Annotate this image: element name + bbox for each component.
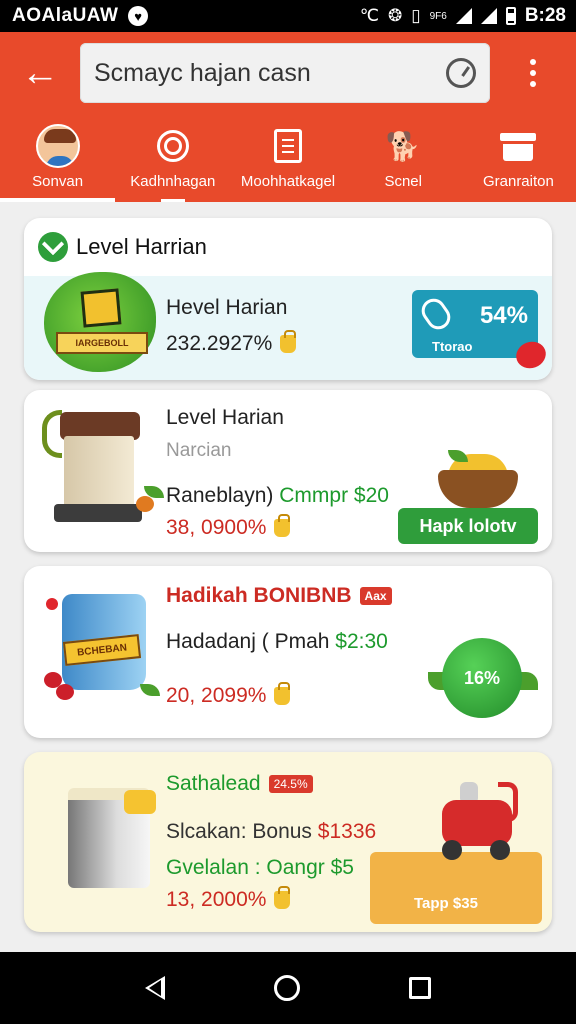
percent-badge[interactable]: 16% <box>428 632 538 726</box>
detail-amount: $2:30 <box>335 630 388 653</box>
target-icon <box>156 130 189 162</box>
tab-sonvan[interactable]: Sonvan <box>0 114 116 202</box>
card-subtitle: Narcian <box>166 440 232 461</box>
cube-icon <box>80 288 122 328</box>
detail-label: Slcakan: Bonus <box>166 820 312 843</box>
card-value: 13, 2000% <box>166 888 267 911</box>
settings-icon: ❂ <box>387 6 403 25</box>
percent-badge-value: 16% <box>442 638 522 718</box>
detail-amount: $1336 <box>317 820 377 843</box>
card-tag: 24.5% <box>268 775 313 793</box>
detail-amount: Cmmpr $20 <box>279 484 389 507</box>
signal-icon <box>455 8 472 24</box>
detail-label: Hadadanj ( Pmah <box>166 630 330 653</box>
money-bag-icon <box>274 514 291 537</box>
truck-image <box>432 782 522 862</box>
content-list[interactable]: Level Harrian IARGEBOLL Hevel Harian 232… <box>0 202 576 952</box>
card-title: Sathalead <box>166 772 261 795</box>
card-header: Level Harrian <box>76 234 207 259</box>
tab-moohhatkagel[interactable]: Moohhatkagel <box>230 114 345 202</box>
wifi-icon <box>480 8 497 24</box>
nav-home-icon[interactable] <box>273 975 300 1001</box>
vibrate-icon: ▯ <box>411 6 421 25</box>
network-label: 9F6 <box>429 10 447 22</box>
search-input[interactable]: Scmayc hajan casn <box>80 43 490 103</box>
search-text: Scmayc hajan casn <box>94 58 311 87</box>
bonus-card[interactable]: Sathalead 24.5% Slcakan: Bonus $1336 Gve… <box>24 752 552 932</box>
box-image <box>40 760 158 908</box>
heart-icon: ♥ <box>128 6 149 26</box>
tab-label: Scnel <box>384 173 422 190</box>
card-detail-2: Gvelalan : Oangr $5 <box>166 856 354 879</box>
tab-label: Kadhnhagan <box>130 173 216 190</box>
card-title: Hadikah BONIBNB <box>166 584 352 607</box>
status-time: B:28 <box>524 5 566 26</box>
battery-icon <box>505 7 516 25</box>
percent-label: Ttorao <box>432 339 473 354</box>
system-nav-bar <box>0 952 576 1024</box>
tab-label: Moohhatkagel <box>240 173 336 190</box>
check-badge-icon <box>38 232 68 262</box>
action-button[interactable]: Hapk lolotv <box>398 508 538 544</box>
card-title-row: Sathalead 24.5% <box>166 772 313 796</box>
money-bag-icon <box>274 682 291 705</box>
avatar-icon <box>35 124 80 168</box>
dog-icon: 🐕 <box>385 130 421 162</box>
level-card[interactable]: Level Harian Narcian Raneblayn) Cmmpr $2… <box>24 390 552 552</box>
tab-bar: Sonvan Kadhnhagan Moohhatkagel 🐕 Scnel G… <box>0 114 576 202</box>
tub-image: BCHEBAN <box>40 574 160 722</box>
alarm-icon: ℃ <box>359 6 379 25</box>
card-detail: Slcakan: Bonus $1336 <box>166 820 376 844</box>
badge-ribbon: IARGEBOLL <box>56 332 148 354</box>
document-icon <box>274 129 302 163</box>
key-icon <box>416 294 456 334</box>
percent-value: 54% <box>479 302 528 329</box>
back-arrow-icon[interactable]: ← <box>0 32 80 114</box>
tab-label: Granraiton <box>482 173 554 190</box>
tab-label: Sonvan <box>32 173 84 190</box>
level-card[interactable]: Level Harrian IARGEBOLL Hevel Harian 232… <box>24 218 552 380</box>
card-detail: Raneblayn) Cmmpr $20 <box>166 484 389 508</box>
action-button[interactable]: Tapp $35 <box>370 852 542 924</box>
more-vert-icon[interactable] <box>490 32 576 114</box>
money-bag-icon <box>280 330 297 353</box>
carrier-name: AOAlaUAW <box>12 5 119 26</box>
tab-kadhnhagan[interactable]: Kadhnhagan <box>115 114 230 202</box>
app-bar: ← Scmayc hajan casn <box>0 32 576 114</box>
card-value: 232.2927% <box>166 332 273 355</box>
nav-recents-icon[interactable] <box>409 977 432 999</box>
nav-back-icon[interactable] <box>144 976 165 1000</box>
card-tag: Aax <box>359 587 392 605</box>
cube-badge-image: IARGEBOLL <box>44 272 156 372</box>
tab-scnel[interactable]: 🐕 Scnel <box>346 114 461 202</box>
card-title-row: Hadikah BONIBNB Aax <box>166 584 392 608</box>
card-value: 20, 2099% <box>166 684 267 707</box>
card-title: Hevel Harian <box>166 296 288 319</box>
money-bag-icon <box>274 886 291 909</box>
status-bar: AOAlaUAW ♥ ℃ ❂ ▯ 9F6 B:28 <box>0 0 576 32</box>
action-button-label: Tapp $35 <box>414 895 478 912</box>
card-title: Level Harian <box>166 406 284 429</box>
tray-icon <box>500 131 537 161</box>
clock-icon[interactable] <box>446 58 476 88</box>
corn-basket-image <box>438 450 518 508</box>
card-detail: Hadadanj ( Pmah $2:30 <box>166 630 388 654</box>
card-value: 38, 0900% <box>166 516 267 539</box>
bonus-card[interactable]: BCHEBAN Hadikah BONIBNB Aax Hadadanj ( P… <box>24 566 552 738</box>
tab-granraiton[interactable]: Granraiton <box>461 114 576 202</box>
detail-label: Raneblayn) <box>166 484 274 507</box>
trash-bin-image <box>40 398 164 546</box>
